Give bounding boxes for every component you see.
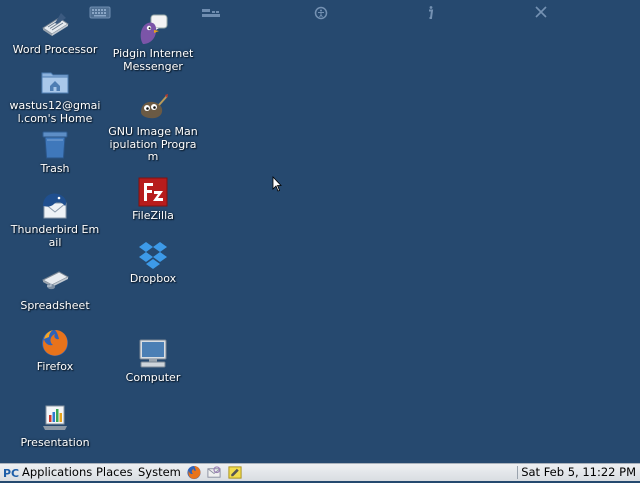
thunderbird-icon	[39, 190, 71, 222]
desktop-icon-label: FileZilla	[132, 209, 174, 222]
desktop-icon-spreadsheet[interactable]: Spreadsheet	[9, 266, 101, 313]
desktop-icon-label: Trash	[40, 162, 70, 175]
clock[interactable]: Sat Feb 5, 11:22 PM	[521, 465, 636, 480]
bottom-panel: PC Applications Places System Sat Feb 5,…	[0, 463, 640, 481]
notes-launcher-icon[interactable]	[227, 465, 243, 480]
pidgin-icon	[137, 14, 169, 46]
layout-icon[interactable]	[200, 4, 222, 22]
close-icon[interactable]	[530, 4, 552, 22]
gimp-icon	[137, 92, 169, 124]
desktop-icon-label: Dropbox	[129, 272, 177, 285]
desktop-icon-label: Firefox	[36, 360, 74, 373]
panel-separator	[517, 466, 518, 479]
home-folder-icon	[39, 66, 71, 98]
desktop-icon-firefox[interactable]: Firefox	[9, 327, 101, 374]
firefox-icon	[39, 327, 71, 359]
desktop-icon-dropbox[interactable]: Dropbox	[107, 239, 199, 286]
info-icon[interactable]	[420, 4, 442, 22]
system-menu[interactable]: System	[138, 465, 181, 480]
applications-menu[interactable]: Applications	[22, 465, 92, 480]
presentation-icon	[39, 403, 71, 435]
desktop-icon-home[interactable]: wastus12@gmail.com's Home	[9, 66, 101, 125]
desktop: Word Processor wastus12@gmail.com's Home…	[0, 0, 640, 463]
spreadsheet-icon	[39, 266, 71, 298]
filezilla-icon	[137, 176, 169, 208]
places-menu[interactable]: Places	[96, 465, 133, 480]
accessibility-icon[interactable]	[310, 4, 332, 22]
dropbox-icon	[137, 239, 169, 271]
mouse-cursor-icon	[272, 175, 282, 192]
firefox-launcher-icon[interactable]	[186, 465, 202, 480]
desktop-icon-label: Computer	[125, 371, 181, 384]
desktop-icon-label: Pidgin Internet Messenger	[112, 47, 194, 73]
desktop-icon-trash[interactable]: Trash	[9, 129, 101, 176]
desktop-icon-word-processor[interactable]: Word Processor	[9, 10, 101, 57]
desktop-icon-presentation[interactable]: Presentation	[9, 403, 101, 450]
desktop-icon-label: GNU Image Manipulation Program	[108, 125, 198, 163]
desktop-icon-computer[interactable]: Computer	[107, 338, 199, 385]
computer-icon	[137, 338, 169, 370]
desktop-icon-label: Spreadsheet	[20, 299, 90, 312]
desktop-icon-label: Word Processor	[12, 43, 98, 56]
mail-launcher-icon[interactable]	[206, 465, 222, 480]
svg-text:PC: PC	[3, 467, 19, 480]
distro-logo-icon: PC	[3, 465, 19, 480]
desktop-icon-label: wastus12@gmail.com's Home	[9, 99, 101, 125]
trash-icon	[39, 129, 71, 161]
desktop-icon-label: Thunderbird Email	[10, 223, 100, 249]
desktop-icon-filezilla[interactable]: FileZilla	[107, 176, 199, 223]
desktop-icon-pidgin[interactable]: Pidgin Internet Messenger	[107, 14, 199, 73]
desktop-icon-label: Presentation	[20, 436, 90, 449]
desktop-icon-thunderbird[interactable]: Thunderbird Email	[9, 190, 101, 249]
word-processor-icon	[39, 10, 71, 42]
desktop-icon-gimp[interactable]: GNU Image Manipulation Program	[107, 92, 199, 164]
